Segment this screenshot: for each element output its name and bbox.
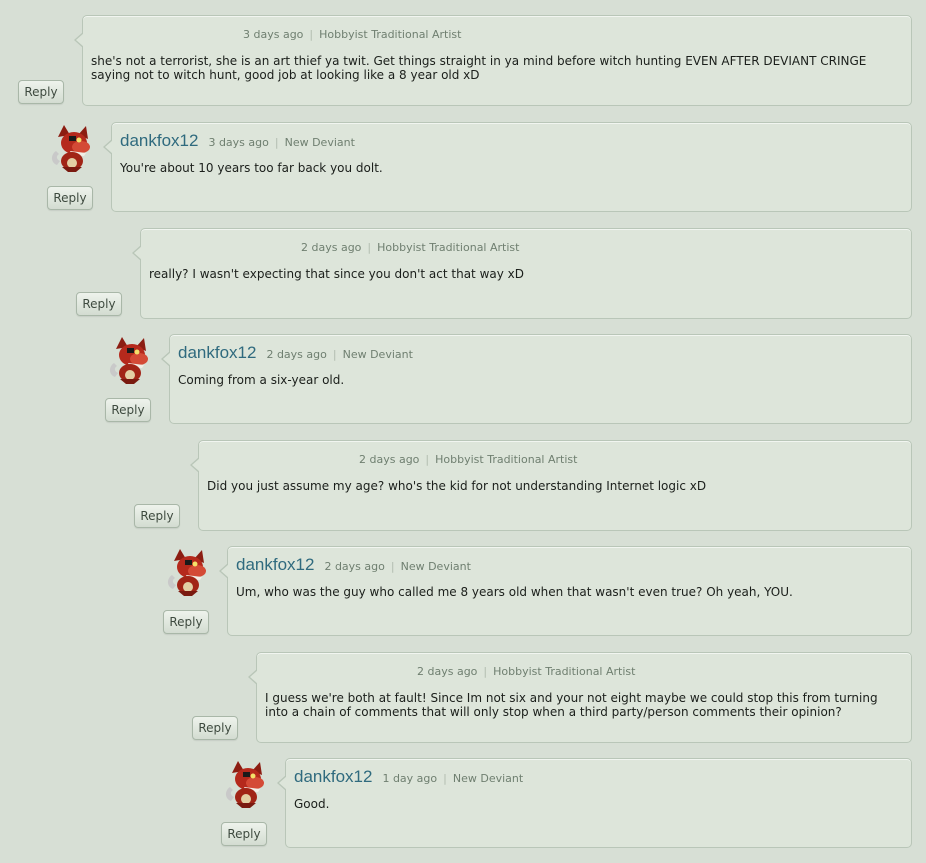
- comment-role: Hobbyist Traditional Artist: [377, 241, 520, 254]
- comment-bubble: dankfox12 1 day ago | New Deviant Good.: [277, 758, 912, 848]
- comment-role: New Deviant: [342, 348, 413, 361]
- comment-bubble: 2 days ago | Hobbyist Traditional Artist…: [248, 652, 912, 743]
- comment-time[interactable]: 2 days ago: [417, 665, 477, 678]
- comment-text: You're about 10 years too far back you d…: [120, 161, 383, 175]
- comment-text: really? I wasn't expecting that since yo…: [149, 267, 524, 281]
- comment-meta: dankfox12 1 day ago | New Deviant: [286, 767, 911, 787]
- comment-thread: 3 days ago | Hobbyist Traditional Artist…: [0, 0, 926, 863]
- foxy-avatar-icon[interactable]: [106, 335, 156, 385]
- comment-bubble: dankfox12 2 days ago | New Deviant Um, w…: [219, 546, 912, 636]
- reply-button[interactable]: Reply: [18, 80, 64, 104]
- foxy-avatar-icon[interactable]: [164, 547, 214, 597]
- comment-text: Did you just assume my age? who's the ki…: [207, 479, 707, 493]
- foxy-avatar-icon[interactable]: [48, 123, 98, 173]
- comment-role: Hobbyist Traditional Artist: [493, 665, 636, 678]
- username[interactable]: dankfox12: [294, 767, 372, 787]
- username[interactable]: dankfox12: [120, 131, 198, 151]
- comment-time[interactable]: 2 days ago: [301, 241, 361, 254]
- meta-separator: |: [425, 453, 430, 466]
- comment-bubble: dankfox12 3 days ago | New Deviant You'r…: [103, 122, 912, 212]
- comment-bubble: 2 days ago | Hobbyist Traditional Artist…: [190, 440, 912, 531]
- comment-role: New Deviant: [284, 136, 355, 149]
- username[interactable]: dankfox12: [236, 555, 314, 575]
- comment-meta: dankfox12 2 days ago | New Deviant: [228, 555, 911, 575]
- comment-meta: dankfox12 3 days ago | New Deviant: [112, 131, 911, 151]
- comment-meta: 3 days ago | Hobbyist Traditional Artist: [83, 28, 911, 41]
- comment-time[interactable]: 2 days ago: [266, 348, 326, 361]
- reply-button[interactable]: Reply: [221, 822, 267, 846]
- meta-separator: |: [309, 28, 314, 41]
- reply-button[interactable]: Reply: [134, 504, 180, 528]
- reply-button[interactable]: Reply: [192, 716, 238, 740]
- meta-separator: |: [332, 348, 337, 361]
- reply-button[interactable]: Reply: [76, 292, 122, 316]
- comment-bubble: 3 days ago | Hobbyist Traditional Artist…: [74, 15, 912, 106]
- username[interactable]: dankfox12: [178, 343, 256, 363]
- comment-text: I guess we're both at fault! Since Im no…: [265, 691, 878, 719]
- comment-role: New Deviant: [400, 560, 471, 573]
- meta-separator: |: [483, 665, 488, 678]
- comment-meta: 2 days ago | Hobbyist Traditional Artist: [257, 665, 911, 678]
- meta-separator: |: [274, 136, 279, 149]
- reply-button[interactable]: Reply: [105, 398, 151, 422]
- comment-bubble: dankfox12 2 days ago | New Deviant Comin…: [161, 334, 912, 424]
- comment-meta: dankfox12 2 days ago | New Deviant: [170, 343, 911, 363]
- comment-time[interactable]: 2 days ago: [359, 453, 419, 466]
- meta-separator: |: [390, 560, 395, 573]
- comment-role: New Deviant: [452, 772, 524, 785]
- comment-text: Coming from a six-year old.: [178, 373, 345, 387]
- comment-time[interactable]: 1 day ago: [382, 772, 437, 785]
- comment-role: Hobbyist Traditional Artist: [435, 453, 578, 466]
- comment-bubble: 2 days ago | Hobbyist Traditional Artist…: [132, 228, 912, 319]
- reply-button[interactable]: Reply: [163, 610, 209, 634]
- comment-role: Hobbyist Traditional Artist: [319, 28, 462, 41]
- comment-time[interactable]: 3 days ago: [208, 136, 268, 149]
- comment-text: Good.: [294, 797, 330, 811]
- comment-meta: 2 days ago | Hobbyist Traditional Artist: [199, 453, 911, 466]
- foxy-avatar-icon[interactable]: [222, 759, 272, 809]
- meta-separator: |: [443, 772, 447, 785]
- comment-meta: 2 days ago | Hobbyist Traditional Artist: [141, 241, 911, 254]
- comment-text: she's not a terrorist, she is an art thi…: [91, 54, 867, 82]
- reply-button[interactable]: Reply: [47, 186, 93, 210]
- comment-time[interactable]: 2 days ago: [324, 560, 384, 573]
- meta-separator: |: [367, 241, 372, 254]
- comment-text: Um, who was the guy who called me 8 year…: [236, 585, 793, 599]
- comment-time[interactable]: 3 days ago: [243, 28, 303, 41]
